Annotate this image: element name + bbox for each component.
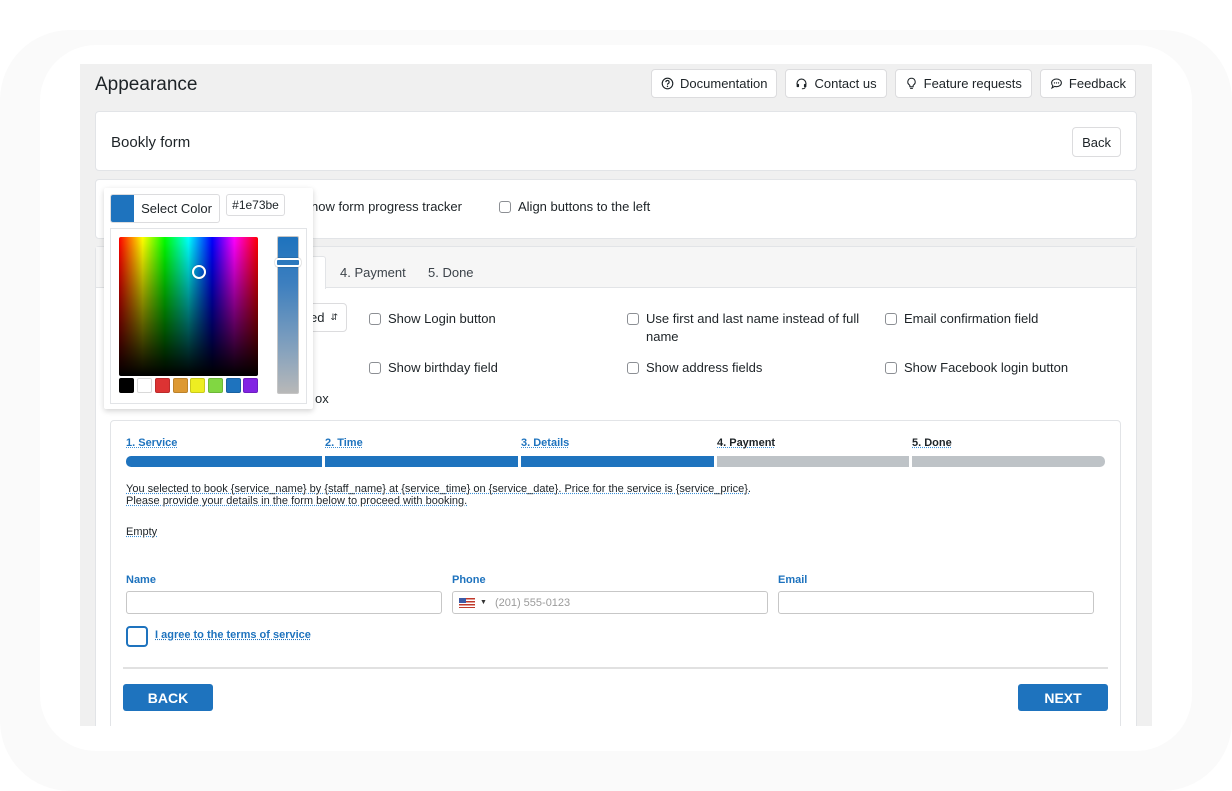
appearance-screen: Appearance Documentation Contact us Feat… <box>80 64 1152 726</box>
checkbox-show-login[interactable]: Show Login button <box>369 310 496 328</box>
page-title: Appearance <box>95 74 198 95</box>
step-bar-time <box>325 456 518 467</box>
lightbulb-icon <box>906 77 916 89</box>
name-input[interactable] <box>126 591 442 614</box>
address-checkbox[interactable] <box>627 362 639 374</box>
preset-swatch[interactable] <box>243 378 258 393</box>
preset-swatch[interactable] <box>119 378 134 393</box>
intro-line-1: You selected to book {service_name} by {… <box>126 483 751 495</box>
first-last-name-label: Use first and last name instead of full … <box>646 311 860 344</box>
intro-text: You selected to book {service_name} by {… <box>126 483 751 507</box>
checkbox-birthday[interactable]: Show birthday field <box>369 359 498 377</box>
checkbox-facebook-login[interactable]: Show Facebook login button <box>885 359 1068 377</box>
email-label: Email <box>778 574 808 586</box>
phone-input[interactable]: ▼ (201) 555-0123 <box>452 591 768 614</box>
feedback-button[interactable]: Feedback <box>1039 69 1136 98</box>
header-actions: Documentation Contact us Feature request… <box>651 69 1136 98</box>
partial-option-label: ox <box>315 391 329 406</box>
booking-form-preview: 1. Service 2. Time 3. Details 4. Payment… <box>110 420 1121 726</box>
caret-down-icon[interactable]: ▼ <box>480 599 487 606</box>
preset-swatch[interactable] <box>190 378 205 393</box>
phone-placeholder: (201) 555-0123 <box>494 596 571 609</box>
progress-tracker-option[interactable]: now form progress tracker <box>311 198 462 216</box>
tab-done[interactable]: 5. Done <box>428 265 474 280</box>
step-label-done: 5. Done <box>912 437 952 449</box>
email-input[interactable] <box>778 591 1094 614</box>
facebook-login-checkbox[interactable] <box>885 362 897 374</box>
step-label-payment: 4. Payment <box>717 437 776 449</box>
step-label-details: 3. Details <box>521 437 570 449</box>
preset-swatch[interactable] <box>226 378 241 393</box>
feature-requests-button[interactable]: Feature requests <box>894 69 1032 98</box>
lightness-slider[interactable] <box>275 236 301 394</box>
partial-option-text: ox <box>315 390 329 408</box>
hex-color-input[interactable]: #1e73be <box>226 194 285 216</box>
preview-next-button[interactable]: NEXT <box>1018 684 1108 711</box>
birthday-checkbox[interactable] <box>369 362 381 374</box>
step-label-time: 2. Time <box>325 437 363 449</box>
email-confirmation-label: Email confirmation field <box>904 311 1039 326</box>
lightness-slider-handle[interactable] <box>275 258 301 267</box>
step-bar-service <box>126 456 322 467</box>
show-login-checkbox[interactable] <box>369 313 381 325</box>
first-last-name-checkbox[interactable] <box>627 313 639 325</box>
documentation-label: Documentation <box>680 76 768 91</box>
preset-swatch[interactable] <box>173 378 188 393</box>
chat-bubble-icon <box>1050 78 1062 90</box>
align-buttons-option[interactable]: Align buttons to the left <box>499 198 650 216</box>
align-buttons-label: Align buttons to the left <box>518 199 651 214</box>
preset-swatch[interactable] <box>208 378 223 393</box>
preview-divider <box>123 667 1108 669</box>
picker-body <box>110 228 307 404</box>
checkbox-first-last-name[interactable]: Use first and last name instead of full … <box>627 310 867 346</box>
intro-line-2: Please provide your details in the form … <box>126 495 468 507</box>
color-picker-popover: Select Color #1e73be <box>104 188 313 409</box>
step-bar-details <box>521 456 714 467</box>
saturation-value-area[interactable] <box>119 237 258 376</box>
headset-icon <box>796 78 808 90</box>
color-cursor-handle[interactable] <box>192 265 206 279</box>
terms-label[interactable]: I agree to the terms of service <box>155 629 311 641</box>
preset-swatch[interactable] <box>155 378 170 393</box>
current-color-swatch <box>111 195 134 222</box>
email-confirmation-checkbox[interactable] <box>885 313 897 325</box>
align-buttons-checkbox[interactable] <box>499 201 511 213</box>
select-color-button[interactable]: Select Color <box>110 194 220 223</box>
question-circle-icon <box>661 77 674 90</box>
name-label: Name <box>126 574 156 586</box>
show-login-label: Show Login button <box>388 311 496 326</box>
step-label-service: 1. Service <box>126 437 178 449</box>
select-arrows-icon: ⇵ <box>330 312 338 322</box>
checkbox-address[interactable]: Show address fields <box>627 359 762 377</box>
feedback-label: Feedback <box>1068 76 1126 91</box>
contact-us-button[interactable]: Contact us <box>785 69 887 98</box>
step-bar-done <box>912 456 1105 467</box>
feature-requests-label: Feature requests <box>923 76 1022 91</box>
tab-payment[interactable]: 4. Payment <box>340 265 406 280</box>
birthday-label: Show birthday field <box>388 360 498 375</box>
step-bar-payment <box>717 456 909 467</box>
checkbox-email-confirmation[interactable]: Email confirmation field <box>885 310 1038 328</box>
contact-us-label: Contact us <box>814 76 877 91</box>
us-flag-icon[interactable] <box>459 597 475 608</box>
card-title: Bookly form <box>111 134 191 151</box>
preview-back-button[interactable]: BACK <box>123 684 213 711</box>
facebook-login-label: Show Facebook login button <box>904 360 1069 375</box>
progress-tracker-label: now form progress tracker <box>311 199 462 214</box>
preset-swatch[interactable] <box>137 378 152 393</box>
terms-checkbox[interactable] <box>126 626 148 647</box>
phone-label: Phone <box>452 574 486 586</box>
bookly-form-card: Bookly form Back <box>95 111 1137 171</box>
empty-text: Empty <box>126 526 158 538</box>
documentation-button[interactable]: Documentation <box>651 69 778 98</box>
select-color-label: Select Color <box>141 201 212 216</box>
back-button[interactable]: Back <box>1072 127 1121 157</box>
address-label: Show address fields <box>646 360 763 375</box>
